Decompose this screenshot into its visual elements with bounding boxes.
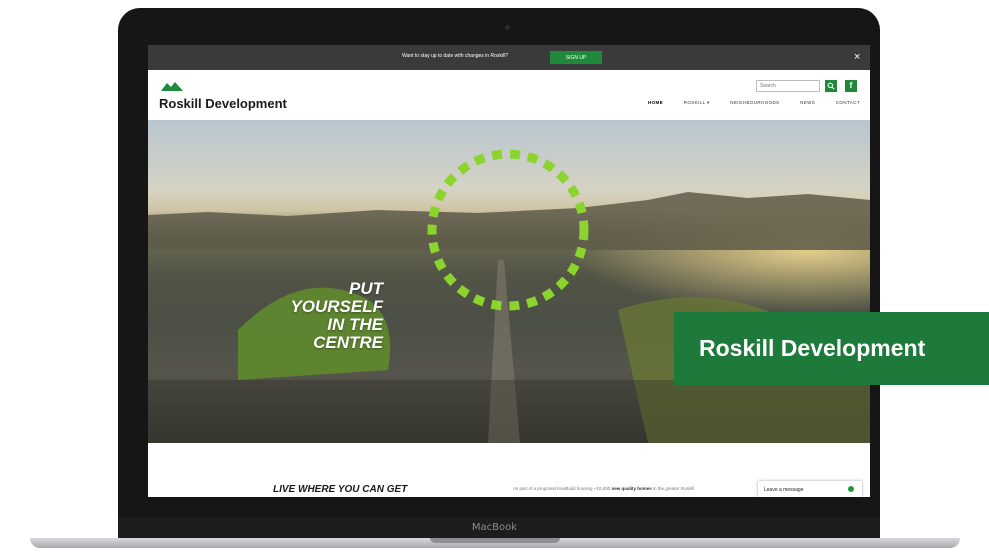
nav-item-roskill[interactable]: ROSKILL ▾ xyxy=(684,100,710,106)
hills-logo-icon xyxy=(161,82,183,91)
hero-headline: PUT YOURSELF IN THE CENTRE xyxy=(248,280,383,352)
dashed-circle-graphic xyxy=(427,149,589,311)
site-logo[interactable]: Roskill Development xyxy=(159,96,287,111)
nav-item-home[interactable]: HOME xyxy=(648,100,663,106)
intro-section: LIVE WHERE YOU CAN GET As part of a prop… xyxy=(148,443,870,497)
close-icon[interactable]: × xyxy=(854,51,860,63)
nav-item-news[interactable]: NEWS xyxy=(800,100,815,106)
search-icon xyxy=(827,82,835,90)
chat-status-icon xyxy=(848,486,854,492)
hero-headline-line: IN THE xyxy=(327,315,383,334)
section-heading: LIVE WHERE YOU CAN GET xyxy=(273,484,408,495)
site-header: Roskill Development f HOME ROSKILL ▾ NEI… xyxy=(148,70,870,120)
intro-text: As part of a proposed KiwiBuild housing … xyxy=(513,486,694,491)
laptop-base-notch xyxy=(430,538,560,543)
site-name-label: Roskill Development xyxy=(674,312,989,385)
hero-headline-line: PUT xyxy=(349,279,383,298)
nav-item-neighbourhoods[interactable]: NEIGHBOURHOODS xyxy=(730,100,779,106)
laptop-screen: Want to stay up to date with changes in … xyxy=(148,45,870,497)
notice-text: Want to stay up to date with changes in … xyxy=(402,53,508,59)
intro-text-start: As part of a proposed KiwiBuild housing … xyxy=(513,486,612,491)
search-button[interactable] xyxy=(825,80,837,92)
hero-headline-line: YOURSELF xyxy=(290,297,383,316)
intro-text-end: in the greater Roskill xyxy=(651,486,694,491)
sign-up-button[interactable]: SIGN UP xyxy=(550,51,602,64)
chat-widget[interactable]: Leave a message xyxy=(758,481,862,497)
hero-banner: PUT YOURSELF IN THE CENTRE xyxy=(148,120,870,443)
search-input[interactable] xyxy=(756,80,820,92)
notice-bar: Want to stay up to date with changes in … xyxy=(148,45,870,70)
nav-item-contact[interactable]: CONTACT xyxy=(836,100,860,106)
device-brand-label: MacBook xyxy=(471,522,518,533)
hero-headline-line: CENTRE xyxy=(313,333,383,352)
camera-dot xyxy=(505,25,510,30)
facebook-icon[interactable]: f xyxy=(845,80,857,92)
intro-link[interactable]: new quality homes xyxy=(611,486,651,491)
main-nav: HOME ROSKILL ▾ NEIGHBOURHOODS NEWS CONTA… xyxy=(648,100,860,106)
chat-label: Leave a message xyxy=(764,487,804,493)
